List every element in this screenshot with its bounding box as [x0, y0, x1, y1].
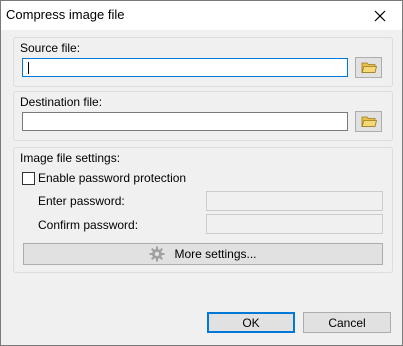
- text-caret: [28, 62, 29, 74]
- ok-button[interactable]: OK: [207, 312, 295, 333]
- cancel-button[interactable]: Cancel: [303, 312, 391, 333]
- title-bar: Compress image file: [1, 1, 402, 30]
- cancel-button-label: Cancel: [328, 315, 366, 330]
- destination-file-label: Destination file:: [20, 95, 103, 109]
- destination-browse-button[interactable]: [355, 111, 382, 132]
- destination-file-input[interactable]: [22, 112, 348, 131]
- more-settings-label: More settings...: [174, 247, 257, 261]
- compress-image-dialog: Compress image file Source file: Destina…: [0, 0, 403, 346]
- enter-password-label: Enter password:: [38, 194, 125, 208]
- window-title: Compress image file: [6, 7, 125, 22]
- source-file-label: Source file:: [20, 41, 81, 55]
- enable-password-label[interactable]: Enable password protection: [38, 171, 186, 185]
- folder-icon: [360, 62, 377, 73]
- more-settings-button[interactable]: More settings...: [23, 243, 383, 265]
- source-file-input[interactable]: [22, 58, 348, 77]
- folder-icon: [360, 116, 377, 127]
- confirm-password-label: Confirm password:: [38, 218, 139, 232]
- enter-password-field[interactable]: [206, 191, 383, 211]
- source-file-group: Source file:: [13, 37, 393, 87]
- source-browse-button[interactable]: [355, 57, 382, 78]
- enable-password-checkbox[interactable]: [22, 172, 35, 185]
- image-settings-group: Image file settings: Enable password pro…: [13, 147, 393, 273]
- ok-button-label: OK: [242, 315, 260, 330]
- destination-file-group: Destination file:: [13, 91, 393, 141]
- gear-icon: [149, 246, 165, 262]
- close-icon: [374, 10, 385, 21]
- confirm-password-field[interactable]: [206, 214, 383, 234]
- image-settings-label: Image file settings:: [20, 151, 121, 165]
- close-button[interactable]: [357, 1, 402, 30]
